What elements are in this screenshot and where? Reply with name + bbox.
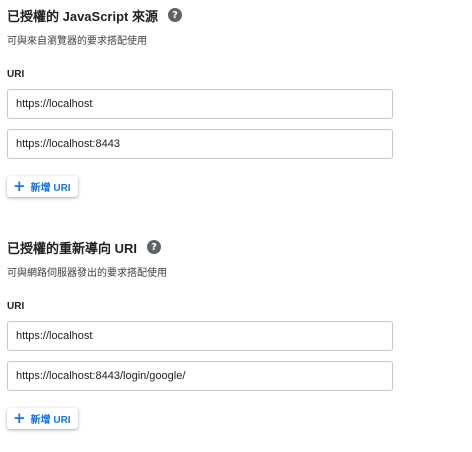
redirect-uris-subtitle: 可與網路伺服器發出的要求搭配使用 — [7, 268, 167, 279]
redirect-uri-input-2[interactable] — [7, 361, 393, 391]
help-icon[interactable]: ? — [147, 240, 162, 254]
redirect-uri-input-1[interactable] — [7, 321, 393, 351]
add-uri-label: 新增 URI — [30, 183, 71, 194]
help-icon[interactable]: ? — [168, 8, 182, 22]
add-uri-label: 新增 URI — [30, 415, 71, 426]
js-origins-header: 已授權的 JavaScript 來源 ? — [7, 4, 395, 26]
js-origins-section: 已授權的 JavaScript 來源 ? 可與來自瀏覽器的要求搭配使用 URI … — [7, 4, 395, 197]
js-origin-uri-input-2[interactable] — [7, 129, 393, 159]
redirect-uris-header: 已授權的重新導向 URI ? — [7, 236, 395, 258]
js-origins-title: 已授權的 JavaScript 來源 — [7, 8, 158, 24]
plus-icon: + — [13, 409, 26, 427]
uri-label: URI — [7, 69, 25, 80]
redirect-uris-title: 已授權的重新導向 URI — [7, 240, 138, 256]
plus-icon: + — [13, 177, 26, 195]
js-origins-subtitle: 可與來自瀏覽器的要求搭配使用 — [7, 36, 147, 47]
js-origin-uri-input-1[interactable] — [7, 89, 393, 119]
redirect-uris-section: 已授權的重新導向 URI ? 可與網路伺服器發出的要求搭配使用 URI + 新增… — [7, 236, 395, 429]
uri-label: URI — [7, 301, 25, 312]
add-js-origin-uri-button[interactable]: + 新增 URI — [7, 176, 78, 197]
add-redirect-uri-button[interactable]: + 新增 URI — [7, 408, 78, 429]
